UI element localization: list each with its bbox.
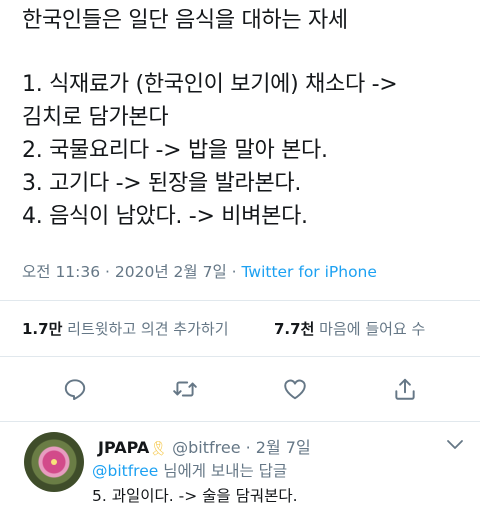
divider bbox=[0, 356, 480, 357]
tweet-timestamp[interactable]: 오전 11:36 · 2020년 2월 7일 · bbox=[22, 263, 241, 281]
retweets-count: 1.7만 bbox=[22, 320, 63, 338]
tweet-line: 4. 음식이 남았다. -> 비벼본다. bbox=[22, 204, 308, 229]
retweet-icon bbox=[173, 381, 197, 397]
reply-text: 5. 과일이다. -> 술을 담궈본다. bbox=[92, 487, 298, 505]
tweet-title-line: 한국인들은 일단 음식을 대하는 자세 bbox=[22, 8, 348, 33]
reply-author-handle: @bitfree · 2월 7일 bbox=[172, 438, 311, 457]
replying-to: @bitfree 님에게 보내는 답글 bbox=[92, 459, 287, 481]
divider bbox=[0, 300, 480, 301]
reply-mention-link[interactable]: @bitfree bbox=[92, 462, 158, 480]
chevron-down-icon[interactable] bbox=[446, 438, 464, 450]
reply-tweet[interactable]: JPAPA🎗 @bitfree · 2월 7일 @bitfree 님에게 보내는… bbox=[0, 424, 480, 510]
tweet-line: 2. 국물요리다 -> 밥을 말아 본다. bbox=[22, 138, 328, 163]
reply-to-suffix: 님에게 보내는 답글 bbox=[158, 462, 288, 480]
like-icon bbox=[284, 379, 306, 400]
like-button[interactable] bbox=[278, 372, 312, 406]
tweet-meta: 오전 11:36 · 2020년 2월 7일 · Twitter for iPh… bbox=[22, 260, 377, 282]
reply-author-name[interactable]: JPAPA bbox=[98, 438, 149, 457]
tweet-actions bbox=[0, 372, 480, 408]
retweet-button[interactable] bbox=[168, 372, 202, 406]
tweet-line: 1. 식재료가 (한국인이 보기에) 채소다 -> bbox=[22, 72, 398, 97]
divider bbox=[0, 421, 480, 422]
avatar[interactable] bbox=[24, 432, 84, 492]
ribbon-icon: 🎗 bbox=[149, 441, 168, 457]
tweet-body: 한국인들은 일단 음식을 대하는 자세 1. 식재료가 (한국인이 보기에) 채… bbox=[22, 4, 472, 233]
reply-button[interactable] bbox=[58, 372, 92, 406]
share-icon bbox=[395, 378, 415, 400]
retweets-stat[interactable]: 1.7만 리트윗하고 의견 추가하기 bbox=[22, 318, 229, 339]
tweet-line: 3. 고기다 -> 된장을 발라본다. bbox=[22, 171, 302, 196]
reply-icon bbox=[64, 379, 86, 401]
share-button[interactable] bbox=[388, 372, 422, 406]
reply-header: JPAPA🎗 @bitfree · 2월 7일 bbox=[98, 434, 311, 458]
tweet-source-link[interactable]: Twitter for iPhone bbox=[241, 263, 376, 281]
likes-stat[interactable]: 7.7천 마음에 들어요 수 bbox=[274, 318, 425, 339]
likes-count: 7.7천 bbox=[274, 320, 315, 338]
tweet-line: 김치로 담가본다 bbox=[22, 105, 169, 130]
likes-label: 마음에 들어요 수 bbox=[319, 320, 426, 338]
retweets-label: 리트윗하고 의견 추가하기 bbox=[67, 320, 229, 338]
